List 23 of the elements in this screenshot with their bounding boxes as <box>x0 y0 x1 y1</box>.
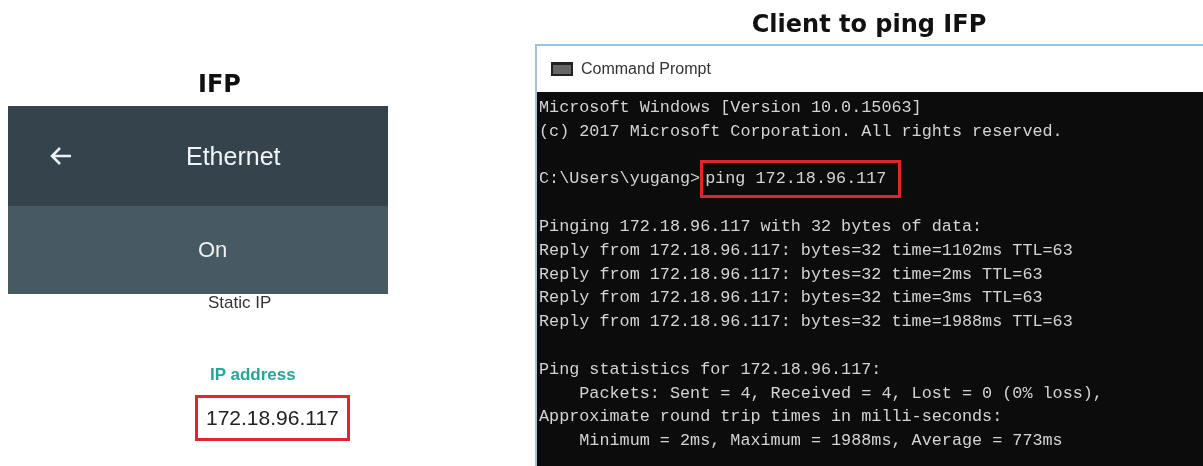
back-arrow-icon[interactable] <box>50 146 72 166</box>
command-text: ping 172.18.96.117 <box>700 160 902 199</box>
console-line: Microsoft Windows [Version 10.0.15063] <box>539 97 922 119</box>
static-ip-label: Static IP <box>208 294 273 311</box>
section-heading: Client to ping IFP <box>751 12 987 36</box>
console-line: Reply from 172.18.96.117: bytes=32 time=1102ms TTL=63 <box>539 239 1073 262</box>
console-icon <box>551 62 573 76</box>
console-line: Reply from 172.18.96.117: bytes=32 time=2ms TTL=63 <box>539 263 1043 286</box>
ip-address-value: 172.18.96.117 <box>195 395 350 441</box>
console-line: Packets: Sent = 4, Received = 4, Lost = 0 (0% loss), <box>578 382 1103 405</box>
screen-title: Ethernet <box>186 141 281 171</box>
window-title: Command Prompt <box>581 60 711 78</box>
console-line: Ping statistics for 172.18.96.117: <box>539 358 882 381</box>
status-text: On <box>198 237 228 263</box>
section-heading: IFP <box>198 72 241 96</box>
console-line: Approximate round trip times in milli-seconds: <box>539 406 1003 429</box>
console-prompt: C:\Users\yugang> <box>539 168 701 191</box>
console-line: (c) 2017 Microsoft Corporation. All rights reserved. <box>539 120 1063 143</box>
console-line: Minimum = 2ms, Maximum = 1988ms, Average = 773ms <box>578 430 1063 453</box>
console-line: Pinging 172.18.96.117 with 32 bytes of data: <box>539 216 983 238</box>
ip-address-label: IP address <box>210 365 297 385</box>
console-line: Reply from 172.18.96.117: bytes=32 time=3ms TTL=63 <box>539 287 1043 310</box>
console-line: Reply from 172.18.96.117: bytes=32 time=1988ms TTL=63 <box>539 311 1073 334</box>
